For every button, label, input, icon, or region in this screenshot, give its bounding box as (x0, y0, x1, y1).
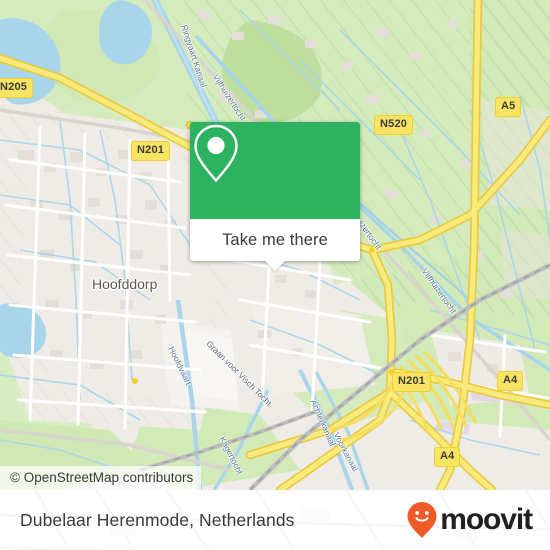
road-shield-a4-south[interactable]: A4 (434, 447, 461, 467)
moovit-smiley-pin-icon (407, 502, 437, 538)
popup-icon-area (190, 122, 360, 219)
road-shield-n205[interactable]: N205 (0, 78, 34, 98)
osm-attribution[interactable]: © OpenStreetMap contributors (0, 466, 202, 490)
road-shield-n201-south[interactable]: N201 (392, 372, 432, 392)
footer-place-title: Dubelaar Herenmode, Netherlands (20, 509, 295, 530)
place-label-hoofddorp: Hoofddorp (92, 276, 158, 292)
take-me-there-label: Take me there (222, 230, 328, 249)
moovit-logo[interactable]: moovit (406, 501, 533, 539)
popup-pointer-arrow (264, 260, 286, 271)
map-pin-icon (194, 124, 238, 183)
footer-content: Dubelaar Herenmode, Netherlands moovit (0, 490, 550, 550)
footer-bar: Dubelaar Herenmode, Netherlands moovit (0, 490, 550, 550)
screenshot-frame: Hoofddorp N205 N201 N520 A5 N201 A4 A4 R… (0, 0, 550, 550)
road-shield-n201-north[interactable]: N201 (131, 141, 171, 161)
road-shield-a4-east[interactable]: A4 (497, 371, 524, 391)
moovit-wordmark: moovit (440, 503, 533, 536)
map-canvas[interactable]: Hoofddorp N205 N201 N520 A5 N201 A4 A4 R… (0, 0, 550, 490)
popup-action-area[interactable]: Take me there (190, 219, 360, 271)
road-shield-n520[interactable]: N520 (374, 115, 414, 135)
location-popup-card[interactable]: Take me there (190, 122, 360, 271)
road-shield-a5[interactable]: A5 (495, 97, 522, 117)
